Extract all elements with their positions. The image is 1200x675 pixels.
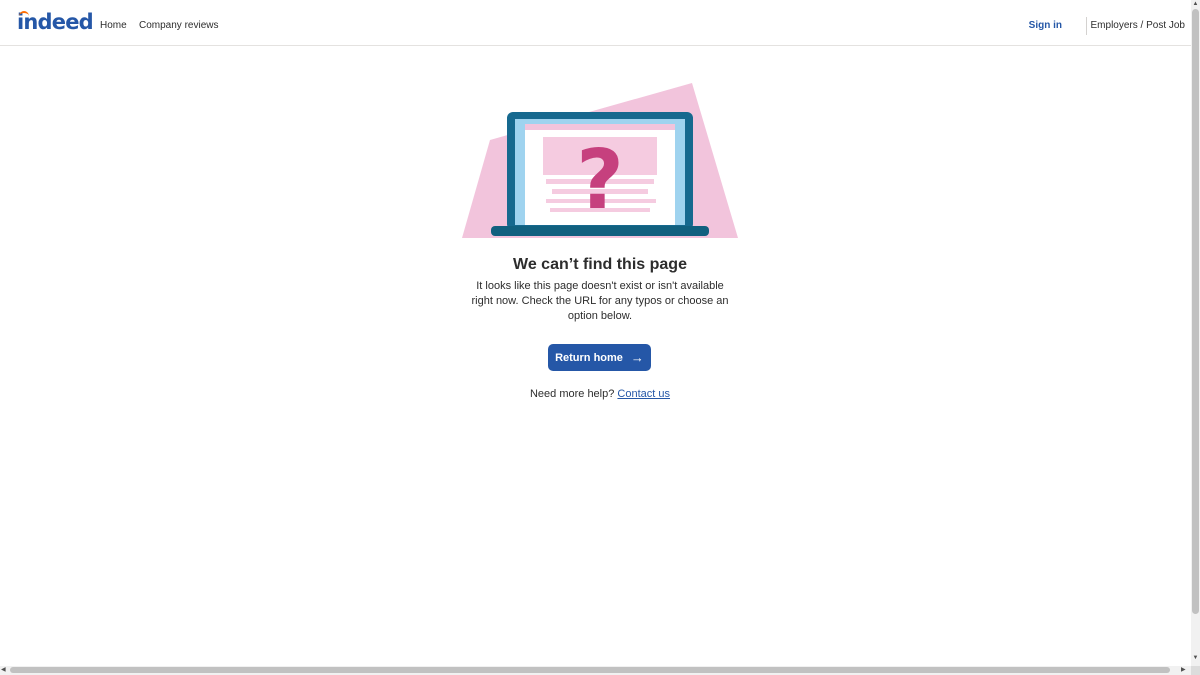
laptop-question-mark-icon: ?	[462, 83, 738, 238]
horizontal-scrollbar[interactable]: ◀ ▶	[0, 666, 1191, 675]
scrollbar-corner	[1191, 666, 1200, 675]
help-line: Need more help? Contact us	[0, 387, 1200, 401]
arrow-right-icon: →	[630, 349, 644, 365]
return-home-button[interactable]: Return home →	[548, 344, 651, 371]
error-title: We can’t find this page	[513, 256, 687, 273]
vertical-scroll-thumb[interactable]	[1192, 9, 1199, 614]
nav-company-reviews-link[interactable]: Company reviews	[139, 19, 218, 33]
horizontal-scroll-thumb[interactable]	[10, 667, 1170, 673]
vertical-scrollbar[interactable]: ▲ ▼	[1191, 0, 1200, 666]
scroll-left-arrow-icon[interactable]: ◀	[1, 666, 9, 675]
sign-in-link[interactable]: Sign in	[1029, 19, 1062, 33]
employers-post-job-link[interactable]: Employers / Post Job	[1091, 19, 1185, 33]
scroll-right-arrow-icon[interactable]: ▶	[1181, 666, 1189, 675]
help-text: Need more help?	[529, 388, 615, 400]
error-description: It looks like this page doesn't exist or…	[471, 280, 729, 322]
header-divider	[1086, 17, 1087, 35]
top-navigation-bar: indeed Home Company reviews Sign in Empl…	[0, 0, 1191, 46]
contact-us-link[interactable]: Contact us	[617, 388, 670, 400]
return-home-label: Return home	[555, 351, 623, 364]
scroll-down-arrow-icon[interactable]: ▼	[1191, 654, 1200, 663]
scroll-up-arrow-icon[interactable]: ▲	[1191, 0, 1200, 9]
svg-text:?: ?	[576, 133, 624, 228]
indeed-logo[interactable]: indeed	[17, 8, 94, 36]
nav-home-link[interactable]: Home	[100, 19, 127, 33]
logo-arc-icon	[19, 11, 29, 17]
